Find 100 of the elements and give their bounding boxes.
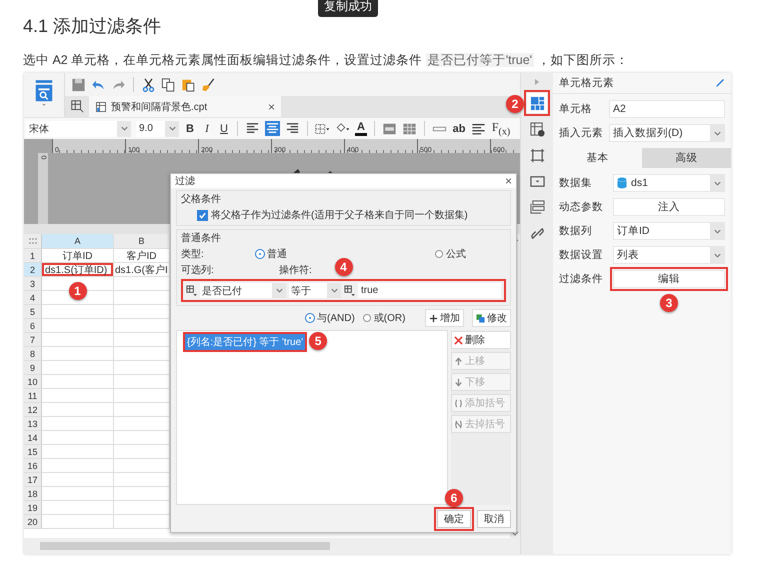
align-lines-icon[interactable] xyxy=(471,122,486,136)
font-size-select[interactable]: 9.0 xyxy=(136,120,179,136)
cell-field[interactable]: A2 xyxy=(609,100,725,118)
text-align-icon[interactable] xyxy=(285,121,300,136)
table-cell[interactable] xyxy=(42,487,114,501)
close-tab-button[interactable]: × xyxy=(268,100,275,114)
table-cell[interactable] xyxy=(42,333,114,347)
column-header[interactable]: B xyxy=(114,234,170,249)
column-select[interactable]: 是否已付 xyxy=(200,283,286,298)
row-header[interactable]: 19 xyxy=(24,501,42,515)
row-header[interactable]: 7 xyxy=(24,333,42,347)
text-align-icon[interactable] xyxy=(265,121,280,136)
condition-item[interactable]: {列名:是否已付} 等于 'true' xyxy=(185,334,306,350)
logic-radio[interactable]: 或(OR) xyxy=(362,311,406,325)
panel-tab[interactable] xyxy=(527,93,547,113)
row-header[interactable]: 3 xyxy=(24,277,42,291)
logic-radio[interactable]: 与(AND) xyxy=(306,311,355,325)
text-style-button[interactable]: I xyxy=(201,122,213,134)
dataset-select[interactable]: ds1 xyxy=(613,174,725,192)
table-cell[interactable]: 客户ID xyxy=(114,249,169,262)
toast-message: 复制成功 xyxy=(318,0,378,17)
insert-element-select[interactable]: 插入数据列(D) xyxy=(609,124,725,142)
report-logo-icon[interactable] xyxy=(33,79,55,107)
table-cell[interactable]: ds1.G(客户I xyxy=(114,263,169,276)
table-cell[interactable] xyxy=(42,515,114,529)
scissors-icon[interactable] xyxy=(141,78,156,92)
row-header[interactable]: 13 xyxy=(24,417,42,431)
borders-icon[interactable] xyxy=(315,122,330,136)
table-cell[interactable] xyxy=(42,305,114,319)
table-cell[interactable] xyxy=(42,459,114,473)
table-cell[interactable] xyxy=(42,431,114,445)
row-header[interactable]: 6 xyxy=(24,319,42,333)
new-sheet-icon[interactable] xyxy=(70,99,84,113)
step-number-badge: 2 xyxy=(506,95,524,113)
type-radio[interactable]: 普通 xyxy=(256,247,287,261)
modify-button[interactable]: 修改 xyxy=(472,309,511,327)
format-brush-icon[interactable] xyxy=(201,78,216,92)
row-header[interactable]: 20 xyxy=(24,515,42,529)
table-cell[interactable] xyxy=(42,403,114,417)
row-header[interactable]: 10 xyxy=(24,375,42,389)
report-file-icon xyxy=(95,100,107,112)
row-header[interactable]: 11 xyxy=(24,389,42,403)
operator-select[interactable]: 等于 xyxy=(289,283,341,298)
text-style-button[interactable]: B xyxy=(184,122,196,134)
list-action-button[interactable]: 删除 xyxy=(451,331,511,349)
paste-icon[interactable] xyxy=(181,78,196,92)
row-header[interactable]: 14 xyxy=(24,431,42,445)
table-cell[interactable] xyxy=(42,319,114,333)
add-button[interactable]: 增加 xyxy=(425,309,464,327)
table-cell[interactable] xyxy=(42,389,114,403)
select-all-icon[interactable] xyxy=(28,236,38,246)
table-cell[interactable] xyxy=(42,347,114,361)
pen-icon[interactable] xyxy=(715,78,725,88)
horizontal-scrollbar[interactable] xyxy=(24,538,520,554)
group-title: 父格条件 xyxy=(181,192,222,206)
column-header[interactable]: A xyxy=(42,234,114,249)
merge-cells-icon[interactable] xyxy=(382,122,397,136)
row-header[interactable]: 4 xyxy=(24,291,42,305)
ok-button[interactable]: 确定 xyxy=(437,510,471,528)
table-cell[interactable] xyxy=(42,417,114,431)
save-icon[interactable] xyxy=(71,78,86,92)
row-header[interactable]: 16 xyxy=(24,459,42,473)
value-field[interactable]: true xyxy=(358,283,501,298)
tab[interactable]: 高级 xyxy=(642,148,731,168)
panel-button[interactable]: 注入 xyxy=(613,198,725,216)
row-header[interactable]: 8 xyxy=(24,347,42,361)
formula-button[interactable]: F$_{(x)}$ xyxy=(491,120,511,138)
row-header[interactable]: 1 xyxy=(24,249,42,263)
row-header[interactable]: 17 xyxy=(24,473,42,487)
table-cell[interactable] xyxy=(42,445,114,459)
check-icon xyxy=(198,210,207,220)
row-header[interactable]: 18 xyxy=(24,487,42,501)
text-style-button[interactable]: U xyxy=(218,122,230,134)
font-color-button[interactable]: A xyxy=(355,122,367,136)
table-cell[interactable]: 订单ID xyxy=(42,249,113,262)
table-cell[interactable] xyxy=(42,361,114,375)
parent-filter-checkbox[interactable]: 将父格子作为过滤条件(适用于父子格来自于同一个数据集) xyxy=(181,208,506,222)
dropdown-select[interactable]: 列表 xyxy=(613,246,725,264)
panel-button[interactable]: 编辑 xyxy=(613,270,725,288)
text-align-icon[interactable] xyxy=(245,121,260,136)
row-header[interactable]: 2 xyxy=(24,263,42,277)
row-header[interactable]: 5 xyxy=(24,305,42,319)
row-header[interactable]: 9 xyxy=(24,361,42,375)
copy-icon[interactable] xyxy=(161,78,176,92)
remove-bracket-icon xyxy=(454,420,463,428)
text-wrap-button[interactable]: ab xyxy=(452,122,466,134)
file-tab[interactable]: 预警和间隔背景色.cpt × xyxy=(89,96,281,117)
table-cell[interactable] xyxy=(42,473,114,487)
table-cell[interactable] xyxy=(42,375,114,389)
field-label: 单元格 xyxy=(559,102,593,116)
dropdown-select[interactable]: 订单ID xyxy=(613,222,725,240)
font-family-select[interactable]: 宋体 xyxy=(26,120,131,136)
cancel-button[interactable]: 取消 xyxy=(477,510,511,528)
table-cell[interactable]: ds1.S(订单ID) xyxy=(42,263,113,276)
row-header[interactable]: 15 xyxy=(24,445,42,459)
table-cell[interactable] xyxy=(42,501,114,515)
type-radio[interactable]: 公式 xyxy=(435,247,466,261)
close-button[interactable]: × xyxy=(504,174,512,188)
split-cells-icon[interactable] xyxy=(402,122,417,136)
row-header[interactable]: 12 xyxy=(24,403,42,417)
